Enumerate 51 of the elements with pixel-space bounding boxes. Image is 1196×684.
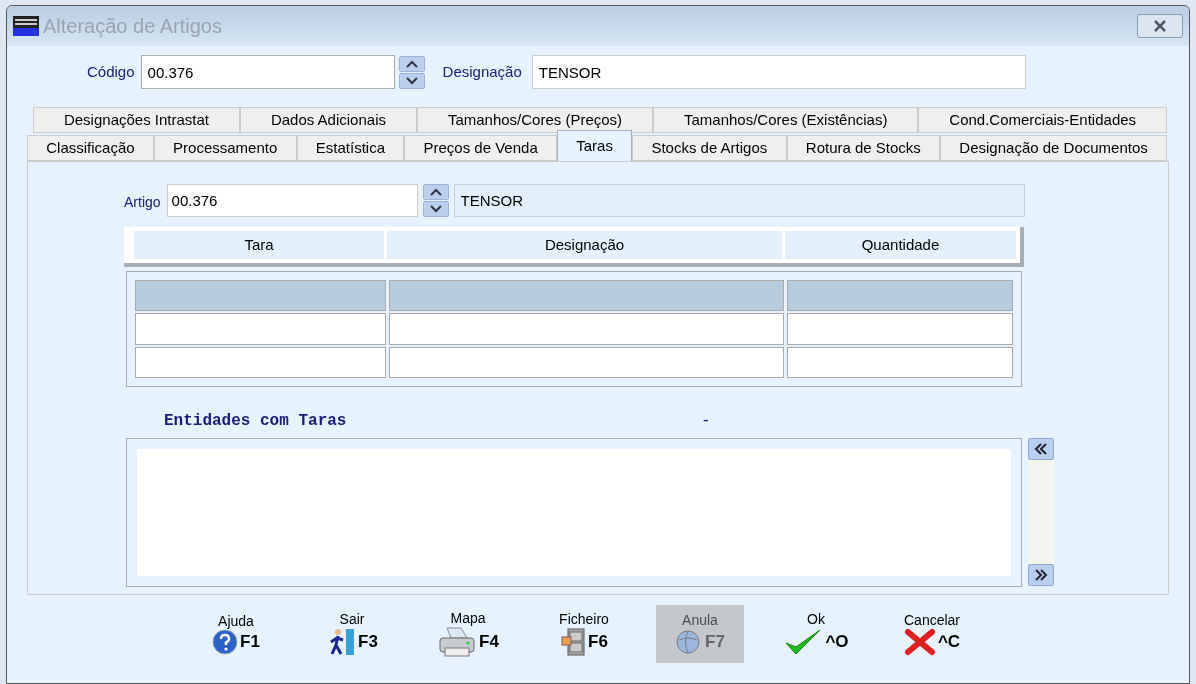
double-chevron-right-icon [1034, 569, 1048, 581]
spin-up-button[interactable] [398, 55, 425, 72]
designation-label: Designação [442, 61, 522, 82]
scroll-down-button[interactable] [1028, 564, 1054, 586]
article-field[interactable]: 00.376 [166, 184, 418, 217]
chevron-up-icon [405, 59, 418, 68]
window-title: Alteração de Artigos [43, 14, 222, 39]
toolbar-button[interactable]: Mapa F4 [424, 605, 512, 663]
toolbar-button[interactable]: Cancelar ^C [888, 605, 976, 663]
double-chevron-left-icon [1034, 443, 1048, 455]
chevron-down-icon [429, 205, 442, 213]
tab[interactable]: Tamanhos/Cores (Preços) [416, 107, 654, 133]
tab[interactable]: Designação de Documentos [940, 135, 1168, 161]
close-button[interactable] [1137, 14, 1183, 38]
spin-down-button[interactable] [422, 201, 449, 217]
spin-down-button[interactable] [398, 72, 425, 89]
tab[interactable]: Dados Adicionais [239, 107, 417, 133]
article-label: Artigo [124, 193, 161, 212]
chevron-up-icon [429, 188, 442, 196]
app-logo-icon [13, 16, 39, 36]
tab[interactable]: Stocks de Artigos [632, 135, 787, 161]
tab[interactable]: Estatística [296, 135, 405, 161]
chevron-down-icon [405, 76, 418, 85]
toolbar-button[interactable]: Ok ^O [772, 605, 860, 663]
tab[interactable]: Designações Intrastat [33, 107, 240, 133]
toolbar-button[interactable]: Ficheiro F6 [540, 605, 628, 663]
spin-up-button[interactable] [422, 184, 449, 200]
separator-text: - [701, 411, 711, 432]
tab[interactable]: Taras [557, 130, 633, 161]
close-icon [1153, 20, 1167, 32]
code-label: Código [87, 61, 135, 82]
help-icon [212, 628, 239, 655]
article-description-field[interactable]: TENSOR [453, 184, 1025, 217]
tab[interactable]: Classificação [27, 135, 154, 161]
tab[interactable]: Processamento [153, 135, 297, 161]
file-cabinet-icon [560, 626, 587, 657]
tab[interactable]: Rotura de Stocks [786, 135, 941, 161]
column-header[interactable]: Quantidade [785, 231, 1016, 259]
toolbar-button[interactable]: Ajuda F1 [192, 605, 280, 663]
toolbar-button[interactable]: Sair F3 [308, 605, 396, 663]
code-field[interactable]: 00.376 [140, 55, 395, 89]
cross-icon [903, 627, 936, 656]
column-header[interactable]: Tara [134, 231, 384, 259]
tab[interactable]: Cond.Comerciais-Entidades [918, 107, 1168, 133]
designation-field[interactable]: TENSOR [531, 55, 1026, 89]
tab[interactable]: Preços de Venda [404, 135, 557, 161]
column-header[interactable]: Designação [387, 231, 782, 259]
tab[interactable]: Tamanhos/Cores (Existências) [653, 107, 919, 133]
section-title: Entidades com Taras [164, 411, 348, 432]
scroll-up-button[interactable] [1028, 438, 1054, 460]
printer-icon [437, 625, 478, 658]
